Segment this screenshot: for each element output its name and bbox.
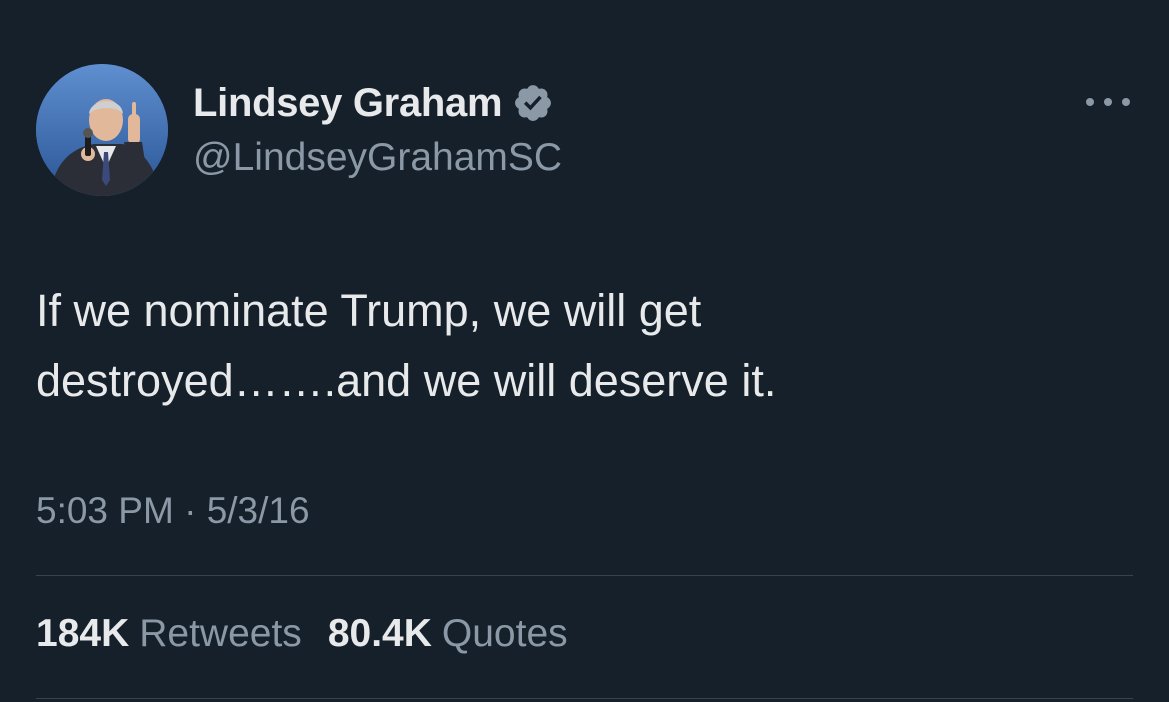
retweets-stat[interactable]: 184K Retweets [36, 612, 302, 656]
meta-separator: · [184, 490, 197, 531]
display-name[interactable]: Lindsey Graham [193, 81, 503, 126]
quotes-label: Quotes [441, 612, 568, 655]
retweets-label: Retweets [139, 612, 302, 655]
avatar-photo [36, 64, 168, 196]
tweet-text-line: If we nominate Trump, we will get [36, 285, 702, 336]
more-horizontal-icon[interactable] [1086, 92, 1130, 112]
tweet-text-line: destroyed…….and we will deserve it. [36, 355, 777, 406]
tweet-timestamp[interactable]: 5:03 PM · 5/3/16 [36, 490, 310, 532]
more-dot [1122, 98, 1130, 106]
more-dot [1086, 98, 1094, 106]
tweet-card: Lindsey Graham @LindseyGrahamSC If we no… [0, 0, 1169, 702]
avatar[interactable] [36, 64, 168, 196]
author-handle[interactable]: @LindseyGrahamSC [193, 136, 562, 180]
divider [36, 575, 1133, 576]
verified-badge-icon[interactable] [512, 82, 554, 124]
tweet-date: 5/3/16 [206, 490, 310, 531]
quotes-stat[interactable]: 80.4K Quotes [328, 612, 568, 656]
tweet-text: If we nominate Trump, we will get destro… [36, 276, 1126, 416]
author-name-row: Lindsey Graham [193, 78, 554, 128]
engagement-stats: 184K Retweets 80.4K Quotes [36, 612, 594, 656]
retweets-count: 184K [36, 612, 130, 655]
more-dot [1104, 98, 1112, 106]
divider [36, 698, 1133, 699]
quotes-count: 80.4K [327, 612, 432, 655]
tweet-time: 5:03 PM [36, 490, 174, 531]
